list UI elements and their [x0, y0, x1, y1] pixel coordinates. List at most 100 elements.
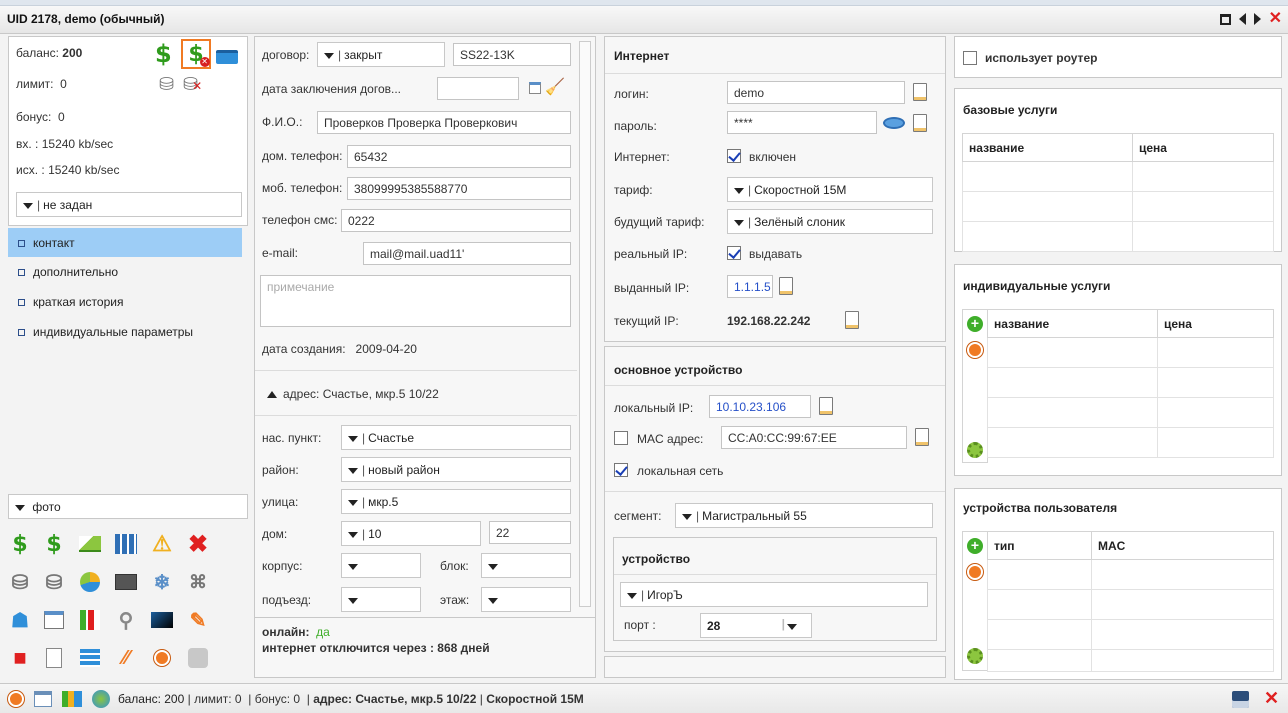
- refresh-icon[interactable]: [967, 342, 983, 358]
- copy-icon[interactable]: [913, 83, 927, 101]
- settings-icon[interactable]: [967, 442, 983, 458]
- mac-checkbox[interactable]: [614, 431, 628, 445]
- locality-select[interactable]: | Счастье: [341, 425, 571, 450]
- col-name[interactable]: название: [987, 309, 1158, 338]
- col-type[interactable]: тип: [987, 531, 1092, 560]
- coin-icon[interactable]: ⛁: [159, 74, 174, 95]
- arrow-left-icon[interactable]: [1238, 13, 1246, 25]
- mob-phone-field[interactable]: 38099995385588770: [347, 177, 571, 200]
- device-select[interactable]: | ИгорЪ: [620, 582, 928, 607]
- street-select[interactable]: | мкр.5: [341, 489, 571, 514]
- future-tariff-select[interactable]: | Зелёный слоник: [727, 209, 933, 234]
- building-select[interactable]: [341, 553, 421, 578]
- district-select[interactable]: | новый район: [341, 457, 571, 482]
- mail-icon[interactable]: [112, 568, 140, 596]
- col-name[interactable]: название: [962, 133, 1133, 162]
- arrow-right-icon[interactable]: [1253, 13, 1261, 25]
- power-icon[interactable]: [184, 644, 212, 672]
- mac-field[interactable]: CC:A0:CC:99:67:EE: [721, 426, 907, 449]
- nav-item-contact[interactable]: контакт: [8, 228, 242, 257]
- add-money-icon[interactable]: $: [155, 40, 172, 68]
- photo-select[interactable]: фото: [8, 494, 248, 519]
- issued-ip-field[interactable]: 1.1.1.5: [727, 275, 773, 298]
- users-icon[interactable]: ☗: [6, 606, 34, 634]
- fio-field[interactable]: Проверков Проверка Проверкович: [317, 111, 571, 134]
- block-select[interactable]: [481, 553, 571, 578]
- home-phone-field[interactable]: 65432: [347, 145, 571, 168]
- refresh-icon[interactable]: [8, 691, 24, 707]
- nav-item-additional[interactable]: дополнительно: [8, 257, 242, 286]
- contract-scrollbar[interactable]: [579, 41, 591, 607]
- copy-icon[interactable]: [915, 428, 929, 446]
- coin-remove-icon[interactable]: ⛁✕: [183, 74, 202, 95]
- port-select[interactable]: 28 |: [700, 613, 812, 638]
- document-icon[interactable]: [40, 644, 68, 672]
- close-icon[interactable]: ✕: [1264, 689, 1279, 707]
- tariff-select[interactable]: | Скоростной 15М: [727, 177, 933, 202]
- save-icon[interactable]: [1232, 691, 1249, 708]
- house-select[interactable]: | 10: [341, 521, 481, 546]
- login-field[interactable]: demo: [727, 81, 905, 104]
- contract-date-field[interactable]: [437, 77, 519, 100]
- close-icon[interactable]: ✕: [1269, 11, 1282, 27]
- col-price[interactable]: цена: [1157, 309, 1274, 338]
- bar-chart-icon[interactable]: [76, 606, 104, 634]
- remove-money-icon[interactable]: $ ✕: [181, 39, 211, 69]
- contract-status-select[interactable]: | закрыт: [317, 42, 445, 67]
- globe-disconnect-icon[interactable]: [92, 690, 110, 708]
- eye-icon[interactable]: [883, 117, 905, 129]
- clear-broom-icon[interactable]: 🧹: [545, 77, 565, 97]
- col-price[interactable]: цена: [1132, 133, 1274, 162]
- bars-icon[interactable]: [76, 644, 104, 672]
- sms-phone-field[interactable]: 0222: [341, 209, 571, 232]
- money-remove-icon[interactable]: $: [40, 530, 68, 558]
- pie-icon[interactable]: [76, 568, 104, 596]
- local-ip-field[interactable]: 10.10.23.106: [709, 395, 811, 418]
- stats-icon[interactable]: [112, 530, 140, 558]
- money-icon[interactable]: $: [6, 530, 34, 558]
- chart-icon[interactable]: [76, 530, 104, 558]
- maximize-icon[interactable]: [1219, 13, 1231, 25]
- search-icon[interactable]: ⚲: [112, 606, 140, 634]
- refresh-icon[interactable]: [148, 644, 176, 672]
- screen-icon[interactable]: [148, 606, 176, 634]
- network-icon[interactable]: ❄: [148, 568, 176, 596]
- entrance-select[interactable]: [341, 587, 421, 612]
- router-checkbox[interactable]: [963, 51, 977, 65]
- tools-add-icon[interactable]: ✎: [184, 606, 212, 634]
- copy-icon[interactable]: [913, 114, 927, 132]
- col-mac[interactable]: MAC: [1091, 531, 1274, 560]
- internet-checkbox[interactable]: [727, 149, 741, 163]
- password-field[interactable]: ****: [727, 111, 877, 134]
- flat-field[interactable]: 22: [489, 521, 571, 544]
- card-icon[interactable]: [216, 50, 238, 64]
- calendar-icon[interactable]: [529, 82, 541, 94]
- add-icon[interactable]: +: [967, 538, 983, 554]
- address-header[interactable]: адрес: Счастье, мкр.5 10/22: [267, 387, 439, 401]
- nav-item-history[interactable]: краткая история: [8, 287, 242, 316]
- group-select[interactable]: | не задан: [16, 192, 242, 217]
- local-net-checkbox[interactable]: [614, 463, 628, 477]
- note-textarea[interactable]: примечание: [260, 275, 571, 327]
- delete-icon[interactable]: ✖: [184, 530, 212, 558]
- warning-icon[interactable]: ⚠: [148, 530, 176, 558]
- window-icon[interactable]: [34, 691, 52, 707]
- floor-select[interactable]: [481, 587, 571, 612]
- gift-icon[interactable]: ■: [6, 644, 34, 672]
- signal-icon[interactable]: [62, 691, 82, 707]
- real-ip-checkbox[interactable]: [727, 246, 741, 260]
- segment-select[interactable]: | Магистральный 55: [675, 503, 933, 528]
- refresh-icon[interactable]: [967, 564, 983, 580]
- tools-icon[interactable]: ⁄⁄: [112, 644, 140, 672]
- settings-icon[interactable]: [967, 648, 983, 664]
- copy-icon[interactable]: [779, 277, 793, 295]
- calendar-icon[interactable]: [40, 606, 68, 634]
- contract-number-field[interactable]: SS22-13K: [453, 43, 571, 66]
- copy-icon[interactable]: [819, 397, 833, 415]
- nav-item-params[interactable]: индивидуальные параметры: [8, 317, 242, 346]
- email-field[interactable]: mail@mail.uad11': [363, 242, 571, 265]
- coin-remove-icon[interactable]: ⛁: [40, 568, 68, 596]
- coin-icon[interactable]: ⛁: [6, 568, 34, 596]
- copy-icon[interactable]: [845, 311, 859, 329]
- hierarchy-icon[interactable]: ⌘: [184, 568, 212, 596]
